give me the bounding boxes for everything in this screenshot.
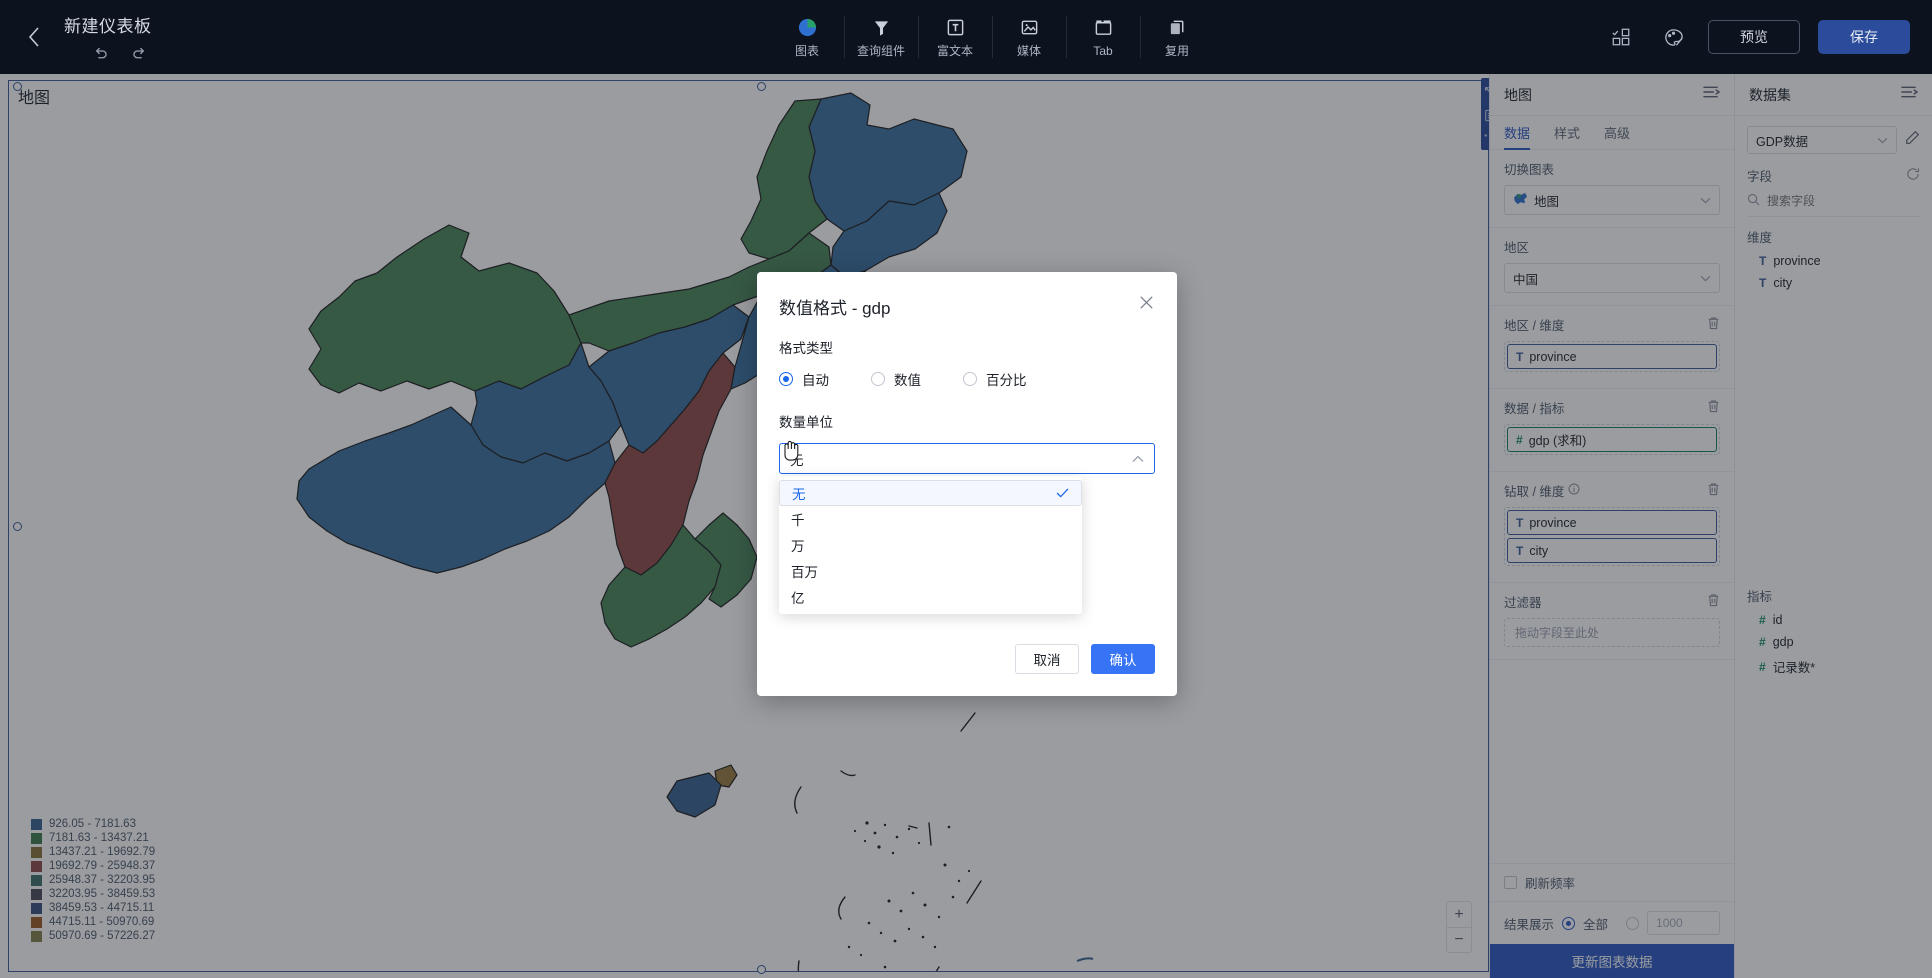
app-root: 新建仪表板 图表 查询组件 富文本 媒体 Tab 复用 预览 保存 地图 926…	[0, 0, 1932, 978]
unit-option-tenthousand[interactable]: 万	[779, 532, 1082, 558]
tool-reuse[interactable]: 复用	[1140, 0, 1214, 74]
tool-rich-text[interactable]: 富文本	[918, 0, 992, 74]
radio-number[interactable]	[871, 372, 885, 386]
unit-option-label: 亿	[791, 591, 805, 606]
insert-tools: 图表 查询组件 富文本 媒体 Tab 复用	[770, 0, 1214, 74]
chevron-up-icon	[1132, 451, 1144, 466]
tool-label: 富文本	[936, 43, 973, 58]
top-actions: 预览 保存	[1604, 0, 1910, 74]
palette-icon[interactable]	[1656, 20, 1690, 54]
unit-option-none[interactable]: 无	[779, 480, 1082, 506]
dashboard-title-block: 新建仪表板	[64, 0, 152, 74]
radio-label: 百分比	[986, 373, 1027, 388]
save-button[interactable]: 保存	[1818, 20, 1910, 54]
unit-option-million[interactable]: 百万	[779, 558, 1082, 584]
radio-label: 自动	[802, 373, 829, 388]
tool-label: 媒体	[1016, 43, 1041, 58]
unit-option-label: 万	[791, 539, 805, 554]
unit-option-label: 百万	[791, 565, 818, 580]
top-toolbar: 新建仪表板 图表 查询组件 富文本 媒体 Tab 复用 预览 保存	[0, 0, 1932, 74]
layout-grid-icon[interactable]	[1604, 20, 1638, 54]
history-controls	[64, 45, 152, 62]
tool-tab[interactable]: Tab	[1066, 0, 1140, 74]
close-icon[interactable]	[1138, 294, 1155, 314]
unit-option-label: 千	[791, 513, 805, 528]
back-button[interactable]	[14, 0, 54, 74]
dialog-body: 格式类型 自动 数值 百分比 数量单位 无	[757, 319, 1177, 474]
unit-option-label: 无	[792, 487, 806, 502]
filter-icon	[872, 17, 891, 39]
tool-label: 图表	[794, 43, 819, 58]
copy-icon	[1168, 17, 1187, 39]
tab-icon	[1094, 17, 1113, 39]
image-icon	[1020, 17, 1039, 39]
dialog-footer: 取消 确认	[757, 644, 1177, 674]
unit-option-hundredmillion[interactable]: 亿	[779, 584, 1082, 610]
format-option-number[interactable]: 数值	[871, 369, 921, 389]
tool-label: Tab	[1093, 43, 1113, 58]
tool-query-widget[interactable]: 查询组件	[844, 0, 918, 74]
confirm-button[interactable]: 确认	[1091, 644, 1155, 674]
format-option-percent[interactable]: 百分比	[963, 369, 1027, 389]
chevron-left-icon	[27, 26, 41, 48]
radio-label: 数值	[894, 373, 921, 388]
dialog-header: 数值格式 - gdp	[757, 272, 1177, 319]
format-type-radiogroup: 自动 数值 百分比	[779, 369, 1155, 389]
check-icon	[1056, 486, 1069, 501]
radio-auto[interactable]	[779, 372, 793, 386]
radio-percent[interactable]	[963, 372, 977, 386]
unit-label: 数量单位	[779, 415, 833, 430]
undo-icon[interactable]	[92, 45, 109, 62]
tool-chart[interactable]: 图表	[770, 0, 844, 74]
format-option-auto[interactable]: 自动	[779, 369, 829, 389]
tool-media[interactable]: 媒体	[992, 0, 1066, 74]
redo-icon[interactable]	[131, 45, 148, 62]
unit-select[interactable]: 无	[779, 443, 1155, 474]
preview-button[interactable]: 预览	[1708, 20, 1800, 54]
unit-select-value: 无	[790, 452, 804, 468]
unit-dropdown-menu: 无 千 万 百万 亿	[779, 476, 1082, 614]
dialog-title: 数值格式 - gdp	[779, 299, 891, 318]
cancel-button[interactable]: 取消	[1015, 644, 1079, 674]
text-box-icon	[946, 17, 965, 39]
unit-option-thousand[interactable]: 千	[779, 506, 1082, 532]
pie-chart-icon	[797, 17, 818, 39]
page-title: 新建仪表板	[64, 17, 152, 36]
number-format-dialog: 数值格式 - gdp 格式类型 自动 数值 百分比 数量单位 无 无 千 万 百…	[757, 272, 1177, 696]
format-type-label: 格式类型	[779, 341, 833, 356]
tool-label: 复用	[1164, 43, 1189, 58]
tool-label: 查询组件	[856, 43, 905, 58]
